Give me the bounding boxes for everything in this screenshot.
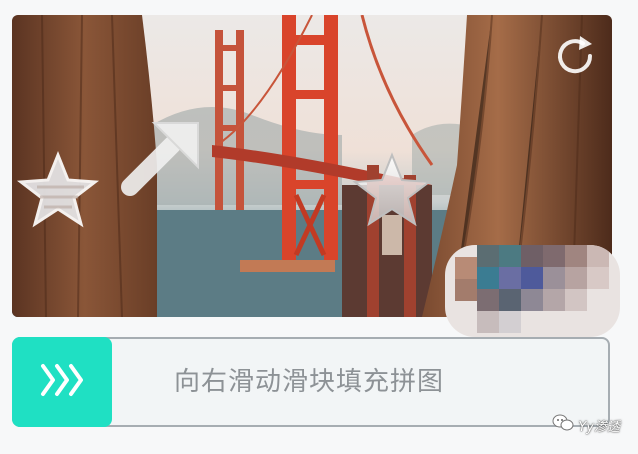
wechat-icon bbox=[552, 414, 574, 436]
triple-chevron-right-icon bbox=[37, 360, 87, 404]
slider-handle[interactable] bbox=[12, 337, 112, 427]
refresh-icon[interactable] bbox=[552, 33, 598, 79]
pixelated-watermark bbox=[445, 245, 620, 337]
watermark: Yy渗透 bbox=[552, 414, 620, 436]
slider-hint-text: 向右滑动滑块填充拼图 bbox=[174, 367, 445, 397]
watermark-text: Yy渗透 bbox=[578, 419, 620, 435]
slider-track[interactable]: 向右滑动滑块填充拼图 bbox=[12, 337, 610, 427]
